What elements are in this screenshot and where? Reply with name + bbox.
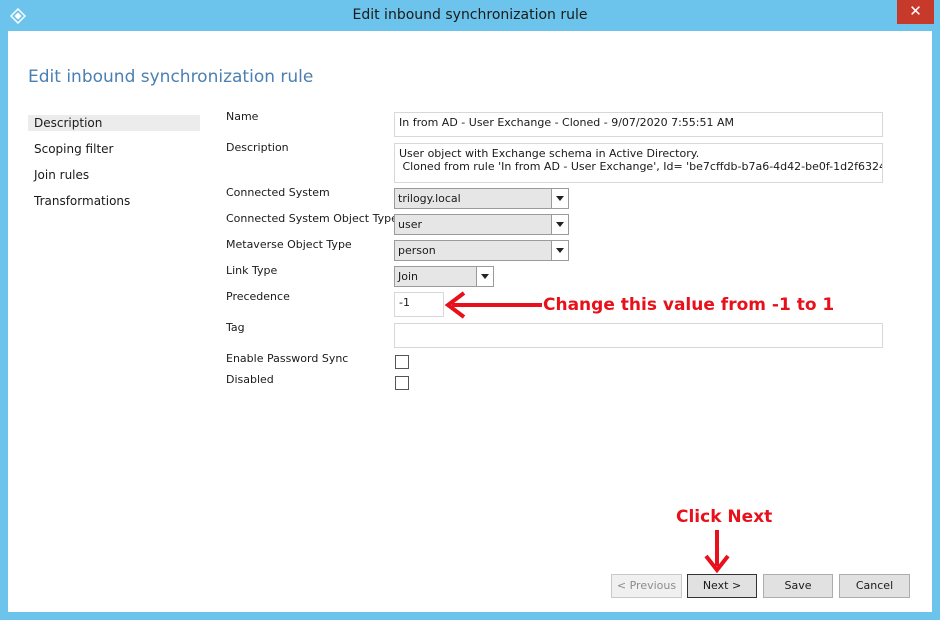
nav-item-join-rules[interactable]: Join rules: [28, 167, 200, 183]
red-arrow-left-icon: [444, 291, 542, 319]
description-line-1: User object with Exchange schema in Acti…: [399, 147, 700, 160]
name-field[interactable]: In from AD - User Exchange - Cloned - 9/…: [394, 112, 883, 137]
save-button[interactable]: Save: [763, 574, 833, 598]
connected-system-label: Connected System: [226, 186, 330, 199]
nav-item-description[interactable]: Description: [28, 115, 200, 131]
cs-object-type-label: Connected System Object Type: [226, 212, 398, 225]
nav-item-transformations[interactable]: Transformations: [28, 193, 200, 209]
tag-label: Tag: [226, 321, 245, 334]
mv-object-type-label: Metaverse Object Type: [226, 238, 352, 251]
description-label: Description: [226, 141, 289, 154]
title-bar: Edit inbound synchronization rule ✕: [0, 0, 940, 32]
cs-object-type-value: user: [398, 218, 422, 231]
enable-password-sync-label: Enable Password Sync: [226, 352, 349, 365]
name-label: Name: [226, 110, 259, 123]
page-heading: Edit inbound synchronization rule: [28, 67, 314, 87]
link-type-label: Link Type: [226, 264, 278, 277]
connected-system-value: trilogy.local: [398, 192, 461, 205]
tag-field[interactable]: [394, 323, 883, 348]
name-value: In from AD - User Exchange - Cloned - 9/…: [399, 116, 735, 129]
dialog-window: Edit inbound synchronization rule ✕ Edit…: [0, 0, 940, 620]
dialog-body: Edit inbound synchronization rule Descri…: [8, 31, 932, 612]
cs-object-type-dropdown[interactable]: user: [394, 214, 569, 235]
chevron-down-icon[interactable]: [476, 267, 493, 286]
precedence-value: -1: [399, 296, 410, 309]
precedence-annotation: Change this value from -1 to 1: [543, 295, 835, 315]
chevron-down-icon[interactable]: [551, 215, 568, 234]
mv-object-type-value: person: [398, 244, 436, 257]
next-annotation: Click Next: [676, 507, 773, 527]
mv-object-type-dropdown[interactable]: person: [394, 240, 569, 261]
precedence-label: Precedence: [226, 290, 290, 303]
nav-item-scoping-filter[interactable]: Scoping filter: [28, 141, 200, 157]
red-arrow-down-icon: [704, 530, 730, 574]
enable-password-sync-checkbox[interactable]: [395, 355, 409, 369]
window-title: Edit inbound synchronization rule: [352, 7, 588, 23]
connected-system-dropdown[interactable]: trilogy.local: [394, 188, 569, 209]
link-type-dropdown[interactable]: Join: [394, 266, 494, 287]
description-line-2: Cloned from rule 'In from AD - User Exch…: [402, 160, 882, 173]
next-button[interactable]: Next >: [687, 574, 757, 598]
description-field[interactable]: User object with Exchange schema in Acti…: [394, 143, 883, 183]
chevron-down-icon[interactable]: [551, 241, 568, 260]
chevron-down-icon[interactable]: [551, 189, 568, 208]
close-button[interactable]: ✕: [897, 0, 934, 24]
disabled-checkbox[interactable]: [395, 376, 409, 390]
disabled-label: Disabled: [226, 373, 274, 386]
cancel-button[interactable]: Cancel: [839, 574, 910, 598]
precedence-field[interactable]: -1: [394, 292, 444, 317]
link-type-value: Join: [398, 270, 419, 283]
previous-button[interactable]: < Previous: [611, 574, 682, 598]
